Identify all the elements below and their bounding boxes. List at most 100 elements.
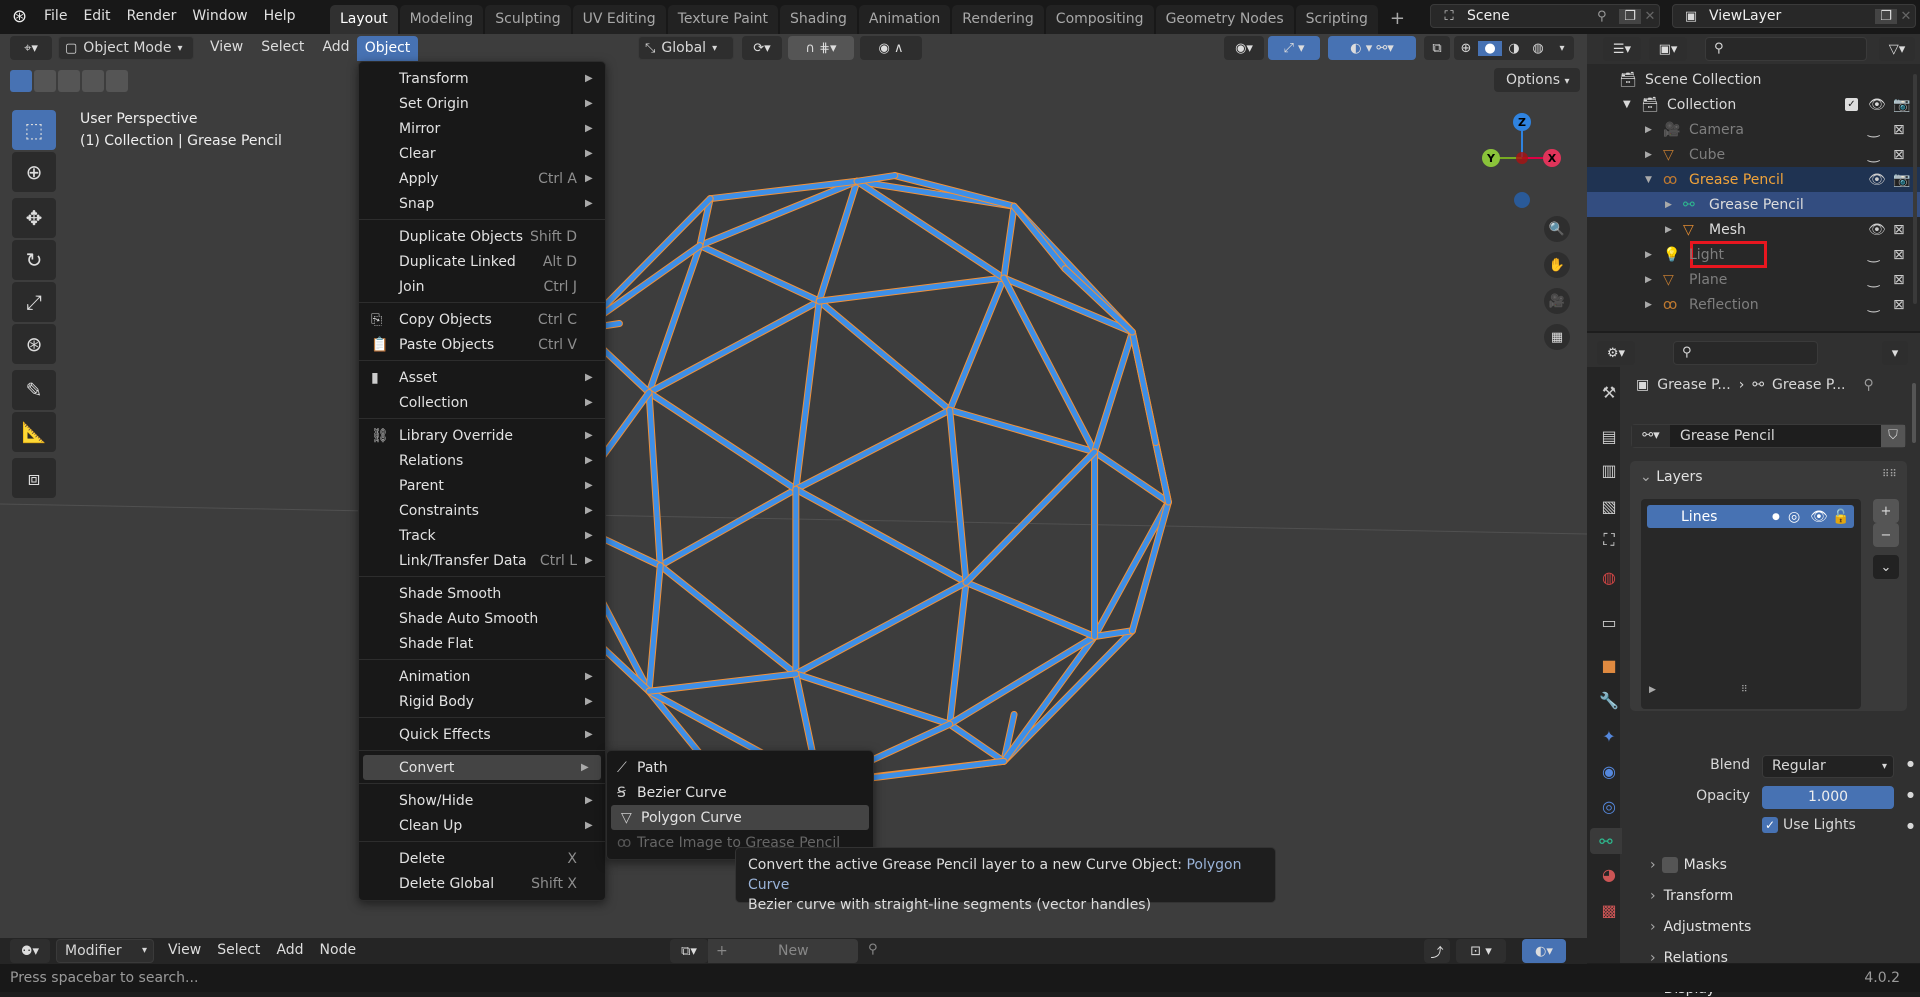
expand-arrow-icon[interactable]: ▶ xyxy=(1645,250,1663,260)
menu-item-quick-effects[interactable]: Quick Effects ▶ xyxy=(359,722,605,747)
expand-arrow-icon[interactable]: ▶ xyxy=(1645,150,1663,160)
object-data-tab-icon[interactable]: ⚯ xyxy=(1590,828,1622,854)
rendered-shading-icon[interactable]: ◍ xyxy=(1526,41,1550,56)
fake-user-shield-icon[interactable]: ⛉ xyxy=(1881,425,1905,447)
menu-help[interactable]: Help xyxy=(256,0,304,34)
grease-pencil-data-icon[interactable]: ⚯▾ xyxy=(1632,425,1670,447)
convert-item-bezier-curve[interactable]: Ꞩ Bezier Curve xyxy=(607,780,873,805)
close-icon[interactable]: ✕ xyxy=(1641,9,1659,24)
render-tab-icon[interactable]: ▤ xyxy=(1596,423,1622,449)
proportional-edit-toggle[interactable]: ◉ ∧ xyxy=(860,36,922,60)
menu-select[interactable]: Select xyxy=(209,939,268,963)
gizmo-neg-z[interactable] xyxy=(1514,192,1530,208)
outliner-item-camera[interactable]: ▶ 🎥 Camera ‿ ⊠ xyxy=(1587,117,1920,142)
tab-compositing[interactable]: Compositing xyxy=(1045,5,1154,34)
datablock-name[interactable]: Grease Pencil xyxy=(1670,428,1881,444)
annotate-tool[interactable]: ✎ xyxy=(12,370,56,410)
menu-item-rigid-body[interactable]: Rigid Body ▶ xyxy=(359,689,605,714)
tool-tab-icon[interactable]: ⚒ xyxy=(1596,379,1622,405)
menu-item-link-transfer-data[interactable]: Link/Transfer Data Ctrl L ▶ xyxy=(359,548,605,573)
pin-icon[interactable]: ⚲ xyxy=(1597,9,1619,24)
display-mode-button[interactable]: ☰▾ xyxy=(1603,37,1641,61)
selection-mode-buttons[interactable] xyxy=(10,70,130,92)
menu-select[interactable]: Select xyxy=(253,36,312,60)
slot-selector[interactable]: ⧉▾ xyxy=(670,939,708,963)
mode-selector[interactable]: ▢ Object Mode ▾ xyxy=(58,36,194,60)
editor-type-button[interactable]: ⚙▾ xyxy=(1597,341,1635,365)
convert-item-path[interactable]: ⟋ Path xyxy=(607,755,873,780)
menu-file[interactable]: File xyxy=(36,0,75,34)
pin-icon[interactable]: ⚲ xyxy=(868,942,878,957)
menu-item-join[interactable]: Join Ctrl J xyxy=(359,274,605,299)
menu-item-track[interactable]: Track ▶ xyxy=(359,523,605,548)
menu-item-duplicate-objects[interactable]: Duplicate Objects Shift D xyxy=(359,224,605,249)
tab-sculpting[interactable]: Sculpting xyxy=(485,5,571,34)
measure-tool[interactable]: 📐 xyxy=(12,412,56,452)
tab-texture-paint[interactable]: Texture Paint xyxy=(667,5,779,34)
menu-item-clean-up[interactable]: Clean Up ▶ xyxy=(359,813,605,838)
menu-item-transform[interactable]: Transform ▶ xyxy=(359,66,605,91)
scene-selector[interactable]: ⛶ Scene ⚲ ❐ ✕ xyxy=(1430,4,1660,28)
select-subtract-icon[interactable] xyxy=(58,70,80,92)
menu-node[interactable]: Node xyxy=(312,939,365,963)
expand-arrow-icon[interactable]: ▶ xyxy=(1645,300,1663,310)
outliner-scrollbar[interactable] xyxy=(1913,74,1917,304)
menu-item-shade-flat[interactable]: Shade Flat xyxy=(359,631,605,656)
menu-add[interactable]: Add xyxy=(314,36,357,60)
outliner-scene-collection[interactable]: 🗃 Scene Collection xyxy=(1587,67,1920,92)
layer-item-lines[interactable]: Lines ● ◎ 👁 🔓 xyxy=(1647,505,1854,528)
masks-checkbox[interactable] xyxy=(1661,857,1678,873)
wireframe-shading-icon[interactable]: ⊕ xyxy=(1454,41,1478,56)
rotate-tool[interactable]: ↻ xyxy=(12,240,56,280)
material-shading-icon[interactable]: ◑ xyxy=(1502,41,1526,56)
texture-tab-icon[interactable]: ▩ xyxy=(1596,897,1622,923)
tab-animation[interactable]: Animation xyxy=(858,5,951,34)
menu-item-snap[interactable]: Snap ▶ xyxy=(359,191,605,216)
onion-skin-icon[interactable]: ◎ xyxy=(1788,509,1810,525)
output-tab-icon[interactable]: ▥ xyxy=(1596,457,1622,483)
use-lights-checkbox[interactable]: ✓ Use Lights xyxy=(1762,817,1856,833)
menu-render[interactable]: Render xyxy=(119,0,185,34)
blend-dropdown[interactable]: Regular ▾ xyxy=(1762,755,1894,778)
outliner-item-grease-pencil[interactable]: ▶ ⚯ Grease Pencil xyxy=(1587,192,1920,217)
snap-button[interactable]: ⊡ ▾ xyxy=(1456,939,1506,963)
outliner-item-grease-pencil[interactable]: ▼ ꝏ Grease Pencil 👁 📷 xyxy=(1587,167,1920,192)
eye-closed-icon[interactable]: ‿ xyxy=(1868,297,1879,313)
remove-layer-button[interactable]: − xyxy=(1873,523,1899,547)
masks-panel-header[interactable]: › Masks xyxy=(1650,857,1727,873)
outliner-item-cube[interactable]: ▶ ▽ Cube ‿ ⊠ xyxy=(1587,142,1920,167)
tab-rendering[interactable]: Rendering xyxy=(952,5,1044,34)
panel-transform[interactable]: › Transform xyxy=(1650,888,1733,904)
tab-geometry-nodes[interactable]: Geometry Nodes xyxy=(1155,5,1294,34)
world-tab-icon[interactable]: ◍ xyxy=(1596,564,1622,590)
menu-add[interactable]: Add xyxy=(268,939,311,963)
visibility-button[interactable]: ◉▾ xyxy=(1224,36,1264,60)
outliner-item-plane[interactable]: ▶ ▽ Plane ‿ ⊠ xyxy=(1587,267,1920,292)
lock-icon[interactable]: 🔓 xyxy=(1832,509,1854,525)
editor-type-button[interactable]: ⌖▾ xyxy=(10,36,52,60)
menu-item-constraints[interactable]: Constraints ▶ xyxy=(359,498,605,523)
menu-item-collection[interactable]: Collection ▶ xyxy=(359,390,605,415)
menu-item-clear[interactable]: Clear ▶ xyxy=(359,141,605,166)
physics-tab-icon[interactable]: ◉ xyxy=(1596,758,1622,784)
constraints-tab-icon[interactable]: ◎ xyxy=(1596,793,1622,819)
select-invert-icon[interactable] xyxy=(82,70,104,92)
eye-closed-icon[interactable]: ‿ xyxy=(1868,247,1879,263)
tab-scripting[interactable]: Scripting xyxy=(1295,5,1378,34)
outliner-search[interactable]: ⚲ xyxy=(1705,37,1867,61)
outliner-collection[interactable]: ▼ 🗃 Collection ✓ 👁 📷 xyxy=(1587,92,1920,117)
list-resize-handle-icon[interactable]: ⠿ xyxy=(1741,685,1748,695)
eye-icon[interactable]: 👁 xyxy=(1810,509,1832,525)
select-new-icon[interactable] xyxy=(10,70,32,92)
eye-icon[interactable]: 👁 xyxy=(1868,172,1886,188)
parent-node-tree-button[interactable]: ⤴ xyxy=(1424,939,1450,963)
options-button[interactable]: Options ▾ xyxy=(1494,68,1580,92)
checkbox-checked-icon[interactable]: ✓ xyxy=(1762,817,1778,833)
menu-item-copy-objects[interactable]: ⎘ Copy Objects Ctrl C xyxy=(359,307,605,332)
object-tab-icon[interactable]: ■ xyxy=(1596,652,1622,678)
drag-handle-icon[interactable]: ⠿⠿ xyxy=(1882,469,1897,480)
render-camera-icon[interactable]: ⊠ xyxy=(1893,147,1905,163)
render-camera-icon[interactable]: ⊠ xyxy=(1893,122,1905,138)
view-layer-selector[interactable]: ▣ ViewLayer ❐ ✕ xyxy=(1672,4,1916,28)
menu-item-delete[interactable]: Delete X xyxy=(359,846,605,871)
